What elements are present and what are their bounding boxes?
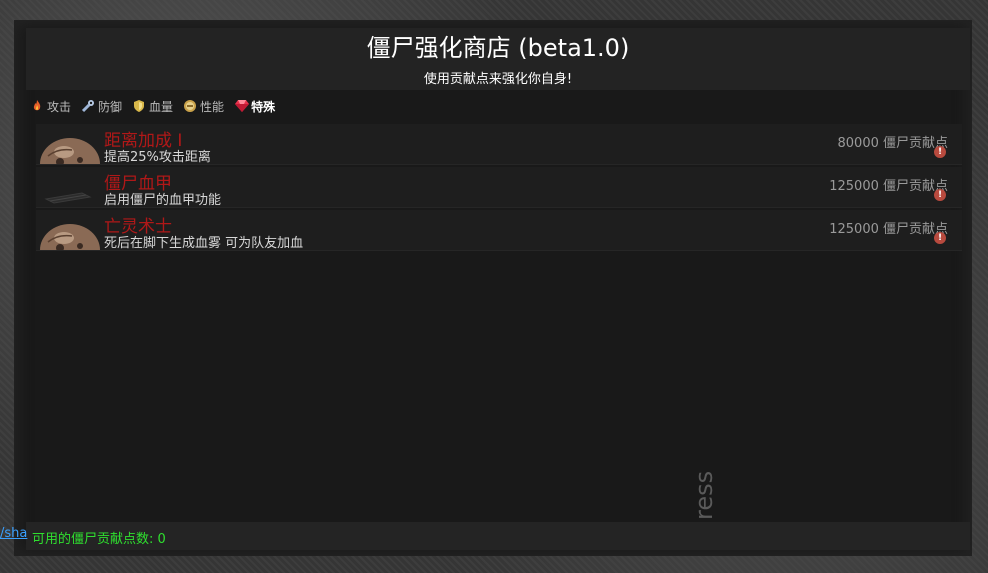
list-item[interactable]: 距离加成 I 提高25%攻击距离 80000 僵尸贡献点 !	[36, 124, 962, 165]
item-description: 启用僵尸的血甲功能	[104, 193, 222, 208]
tab-health[interactable]: 血量	[132, 98, 173, 115]
tab-label: 攻击	[47, 99, 72, 114]
gear-icon	[183, 99, 197, 113]
tab-label: 特殊	[251, 99, 276, 114]
status-footer: 可用的僵尸贡献点数: 0	[26, 522, 970, 550]
skull-thumb	[38, 216, 100, 250]
item-price: 125000 僵尸贡献点	[829, 222, 948, 237]
tab-performance[interactable]: 性能	[183, 98, 224, 115]
shield-icon	[132, 99, 146, 113]
watermark-text: ress	[690, 470, 718, 520]
weapon-thumb	[38, 173, 100, 207]
list-item[interactable]: 僵尸血甲 启用僵尸的血甲功能 125000 僵尸贡献点 !	[36, 167, 962, 208]
alert-icon: !	[934, 189, 946, 201]
shop-header: 僵尸强化商店 (beta1.0) 使用贡献点来强化你自身!	[26, 28, 970, 90]
tab-label: 血量	[149, 99, 174, 114]
item-description: 提高25%攻击距离	[104, 150, 211, 165]
shop-panel: 僵尸强化商店 (beta1.0) 使用贡献点来强化你自身! 攻击 防御 血量 性…	[14, 20, 972, 556]
points-balance: 可用的僵尸贡献点数: 0	[32, 532, 166, 547]
shop-subtitle: 使用贡献点来强化你自身!	[423, 72, 573, 87]
tab-special[interactable]: 特殊	[234, 98, 275, 115]
fire-icon	[30, 99, 44, 113]
edge-link[interactable]: /sha	[0, 526, 27, 541]
tab-label: 防御	[98, 99, 123, 114]
item-description: 死后在脚下生成血雾 可为队友加血	[104, 236, 304, 251]
tab-label: 性能	[200, 99, 225, 114]
tab-defense[interactable]: 防御	[81, 98, 122, 115]
alert-icon: !	[934, 146, 946, 158]
gem-icon	[234, 99, 250, 113]
shop-title: 僵尸强化商店 (beta1.0)	[366, 34, 630, 62]
upgrade-list: 距离加成 I 提高25%攻击距离 80000 僵尸贡献点 ! 僵尸血甲 启用僵尸…	[36, 124, 962, 253]
skull-thumb	[38, 130, 100, 164]
alert-icon: !	[934, 232, 946, 244]
category-tabs: 攻击 防御 血量 性能 特殊	[30, 96, 275, 116]
item-price: 80000 僵尸贡献点	[837, 136, 949, 151]
wrench-icon	[81, 99, 95, 113]
list-item[interactable]: 亡灵术士 死后在脚下生成血雾 可为队友加血 125000 僵尸贡献点 !	[36, 210, 962, 251]
tab-attack[interactable]: 攻击	[30, 98, 71, 115]
item-price: 125000 僵尸贡献点	[829, 179, 948, 194]
